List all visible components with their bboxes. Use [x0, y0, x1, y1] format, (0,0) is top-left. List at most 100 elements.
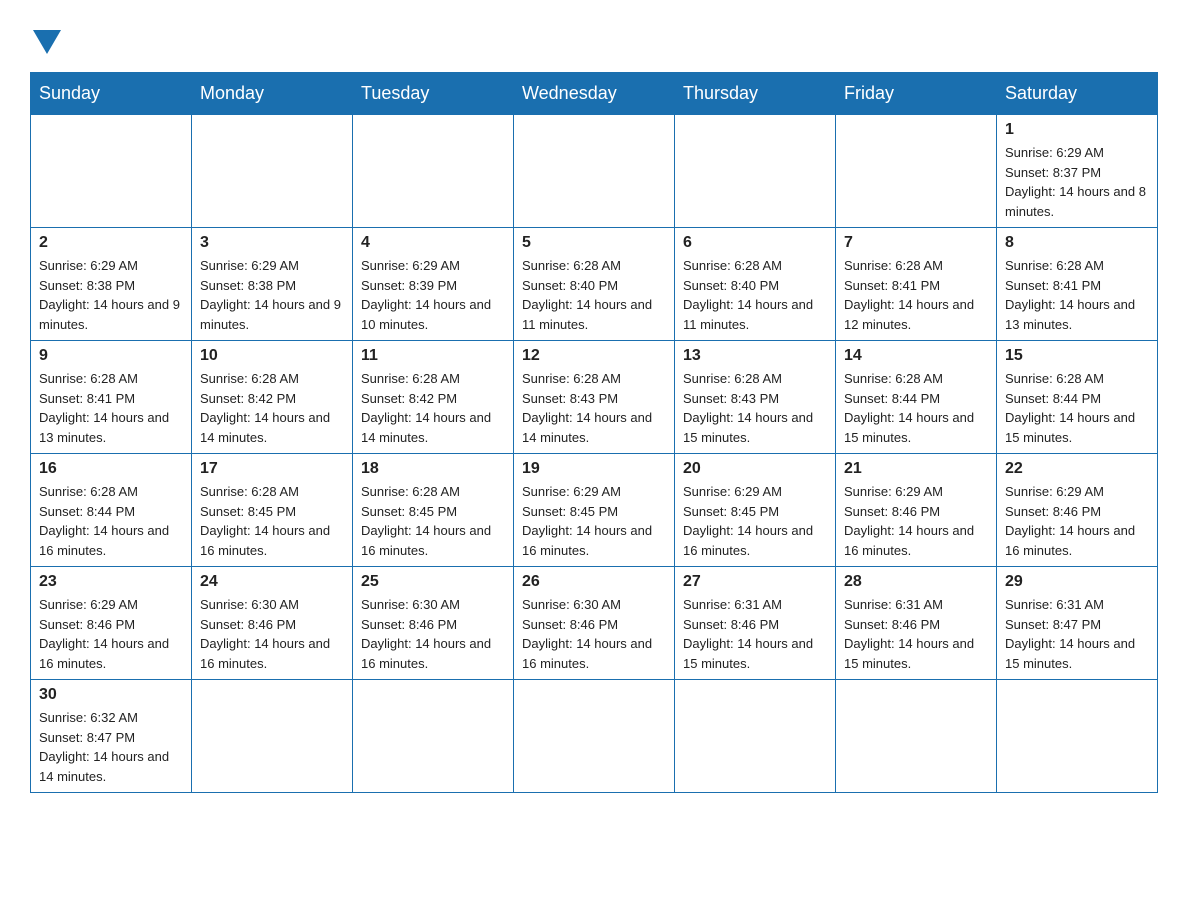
day-info: Sunrise: 6:30 AMSunset: 8:46 PMDaylight:…: [361, 595, 505, 673]
calendar-cell: 12 Sunrise: 6:28 AMSunset: 8:43 PMDayligh…: [514, 341, 675, 454]
calendar-cell: 10 Sunrise: 6:28 AMSunset: 8:42 PMDayligh…: [192, 341, 353, 454]
day-info: Sunrise: 6:29 AMSunset: 8:46 PMDaylight:…: [844, 482, 988, 560]
calendar-cell: 16 Sunrise: 6:28 AMSunset: 8:44 PMDayligh…: [31, 454, 192, 567]
calendar-cell: [836, 115, 997, 228]
day-info: Sunrise: 6:30 AMSunset: 8:46 PMDaylight:…: [200, 595, 344, 673]
calendar-cell: [192, 680, 353, 793]
day-number: 23: [39, 573, 183, 591]
day-info: Sunrise: 6:29 AMSunset: 8:45 PMDaylight:…: [683, 482, 827, 560]
calendar-cell: 1 Sunrise: 6:29 AMSunset: 8:37 PMDaylight…: [997, 115, 1158, 228]
weekday-header-thursday: Thursday: [675, 73, 836, 115]
day-info: Sunrise: 6:30 AMSunset: 8:46 PMDaylight:…: [522, 595, 666, 673]
day-info: Sunrise: 6:28 AMSunset: 8:42 PMDaylight:…: [200, 369, 344, 447]
day-number: 4: [361, 234, 505, 252]
day-info: Sunrise: 6:31 AMSunset: 8:46 PMDaylight:…: [683, 595, 827, 673]
calendar-cell: [192, 115, 353, 228]
day-number: 8: [1005, 234, 1149, 252]
day-info: Sunrise: 6:28 AMSunset: 8:44 PMDaylight:…: [844, 369, 988, 447]
calendar-cell: 21 Sunrise: 6:29 AMSunset: 8:46 PMDayligh…: [836, 454, 997, 567]
calendar-cell: 22Sunrise: 6:29 AMSunset: 8:46 PMDayligh…: [997, 454, 1158, 567]
calendar-week-3: 9 Sunrise: 6:28 AMSunset: 8:41 PMDaylight…: [31, 341, 1158, 454]
day-info: Sunrise: 6:29 AMSunset: 8:45 PMDaylight:…: [522, 482, 666, 560]
calendar-header-row: SundayMondayTuesdayWednesdayThursdayFrid…: [31, 73, 1158, 115]
day-number: 21: [844, 460, 988, 478]
calendar-cell: 25Sunrise: 6:30 AMSunset: 8:46 PMDayligh…: [353, 567, 514, 680]
day-number: 6: [683, 234, 827, 252]
day-info: Sunrise: 6:29 AMSunset: 8:46 PMDaylight:…: [1005, 482, 1149, 560]
calendar-cell: [353, 680, 514, 793]
day-number: 7: [844, 234, 988, 252]
calendar-cell: 3 Sunrise: 6:29 AMSunset: 8:38 PMDaylight…: [192, 228, 353, 341]
day-number: 26: [522, 573, 666, 591]
calendar-cell: [514, 680, 675, 793]
calendar-cell: 11Sunrise: 6:28 AMSunset: 8:42 PMDayligh…: [353, 341, 514, 454]
calendar-cell: 24 Sunrise: 6:30 AMSunset: 8:46 PMDayligh…: [192, 567, 353, 680]
day-number: 13: [683, 347, 827, 365]
day-number: 30: [39, 686, 183, 704]
day-number: 10: [200, 347, 344, 365]
calendar-cell: [353, 115, 514, 228]
calendar-cell: [31, 115, 192, 228]
calendar-week-2: 2Sunrise: 6:29 AMSunset: 8:38 PMDaylight…: [31, 228, 1158, 341]
day-info: Sunrise: 6:28 AMSunset: 8:45 PMDaylight:…: [200, 482, 344, 560]
calendar-cell: 9 Sunrise: 6:28 AMSunset: 8:41 PMDaylight…: [31, 341, 192, 454]
day-number: 5: [522, 234, 666, 252]
calendar-cell: 2Sunrise: 6:29 AMSunset: 8:38 PMDaylight…: [31, 228, 192, 341]
calendar-cell: 20Sunrise: 6:29 AMSunset: 8:45 PMDayligh…: [675, 454, 836, 567]
day-info: Sunrise: 6:32 AMSunset: 8:47 PMDaylight:…: [39, 708, 183, 786]
day-number: 17: [200, 460, 344, 478]
day-number: 1: [1005, 121, 1149, 139]
weekday-header-tuesday: Tuesday: [353, 73, 514, 115]
day-number: 19: [522, 460, 666, 478]
day-number: 24: [200, 573, 344, 591]
day-info: Sunrise: 6:29 AMSunset: 8:37 PMDaylight:…: [1005, 143, 1149, 221]
calendar-week-6: 30 Sunrise: 6:32 AMSunset: 8:47 PMDayligh…: [31, 680, 1158, 793]
calendar-cell: 15 Sunrise: 6:28 AMSunset: 8:44 PMDayligh…: [997, 341, 1158, 454]
calendar-week-5: 23 Sunrise: 6:29 AMSunset: 8:46 PMDayligh…: [31, 567, 1158, 680]
day-info: Sunrise: 6:29 AMSunset: 8:46 PMDaylight:…: [39, 595, 183, 673]
calendar-cell: 17 Sunrise: 6:28 AMSunset: 8:45 PMDayligh…: [192, 454, 353, 567]
weekday-header-saturday: Saturday: [997, 73, 1158, 115]
day-info: Sunrise: 6:29 AMSunset: 8:38 PMDaylight:…: [200, 256, 344, 334]
day-info: Sunrise: 6:29 AMSunset: 8:38 PMDaylight:…: [39, 256, 183, 334]
logo: [30, 30, 61, 52]
calendar-cell: 14 Sunrise: 6:28 AMSunset: 8:44 PMDayligh…: [836, 341, 997, 454]
day-number: 28: [844, 573, 988, 591]
calendar-cell: 13Sunrise: 6:28 AMSunset: 8:43 PMDayligh…: [675, 341, 836, 454]
day-info: Sunrise: 6:28 AMSunset: 8:44 PMDaylight:…: [39, 482, 183, 560]
day-number: 3: [200, 234, 344, 252]
day-info: Sunrise: 6:28 AMSunset: 8:45 PMDaylight:…: [361, 482, 505, 560]
day-number: 12: [522, 347, 666, 365]
calendar-cell: 19 Sunrise: 6:29 AMSunset: 8:45 PMDayligh…: [514, 454, 675, 567]
day-info: Sunrise: 6:31 AMSunset: 8:46 PMDaylight:…: [844, 595, 988, 673]
calendar-week-1: 1 Sunrise: 6:29 AMSunset: 8:37 PMDaylight…: [31, 115, 1158, 228]
day-info: Sunrise: 6:28 AMSunset: 8:40 PMDaylight:…: [522, 256, 666, 334]
calendar-cell: 26 Sunrise: 6:30 AMSunset: 8:46 PMDayligh…: [514, 567, 675, 680]
day-number: 14: [844, 347, 988, 365]
day-info: Sunrise: 6:28 AMSunset: 8:41 PMDaylight:…: [1005, 256, 1149, 334]
calendar-cell: 23 Sunrise: 6:29 AMSunset: 8:46 PMDayligh…: [31, 567, 192, 680]
calendar-cell: 8 Sunrise: 6:28 AMSunset: 8:41 PMDaylight…: [997, 228, 1158, 341]
day-info: Sunrise: 6:28 AMSunset: 8:43 PMDaylight:…: [522, 369, 666, 447]
calendar-cell: 29Sunrise: 6:31 AMSunset: 8:47 PMDayligh…: [997, 567, 1158, 680]
day-number: 9: [39, 347, 183, 365]
calendar-table: SundayMondayTuesdayWednesdayThursdayFrid…: [30, 72, 1158, 793]
calendar-cell: 4 Sunrise: 6:29 AMSunset: 8:39 PMDaylight…: [353, 228, 514, 341]
day-number: 27: [683, 573, 827, 591]
calendar-cell: 7Sunrise: 6:28 AMSunset: 8:41 PMDaylight…: [836, 228, 997, 341]
day-info: Sunrise: 6:29 AMSunset: 8:39 PMDaylight:…: [361, 256, 505, 334]
calendar-cell: 30 Sunrise: 6:32 AMSunset: 8:47 PMDayligh…: [31, 680, 192, 793]
calendar-week-4: 16 Sunrise: 6:28 AMSunset: 8:44 PMDayligh…: [31, 454, 1158, 567]
day-info: Sunrise: 6:28 AMSunset: 8:41 PMDaylight:…: [39, 369, 183, 447]
day-number: 16: [39, 460, 183, 478]
weekday-header-friday: Friday: [836, 73, 997, 115]
calendar-cell: [675, 115, 836, 228]
day-number: 15: [1005, 347, 1149, 365]
day-info: Sunrise: 6:28 AMSunset: 8:40 PMDaylight:…: [683, 256, 827, 334]
calendar-cell: [997, 680, 1158, 793]
day-info: Sunrise: 6:28 AMSunset: 8:44 PMDaylight:…: [1005, 369, 1149, 447]
day-number: 11: [361, 347, 505, 365]
calendar-cell: [514, 115, 675, 228]
calendar-cell: [675, 680, 836, 793]
calendar-cell: 5 Sunrise: 6:28 AMSunset: 8:40 PMDaylight…: [514, 228, 675, 341]
